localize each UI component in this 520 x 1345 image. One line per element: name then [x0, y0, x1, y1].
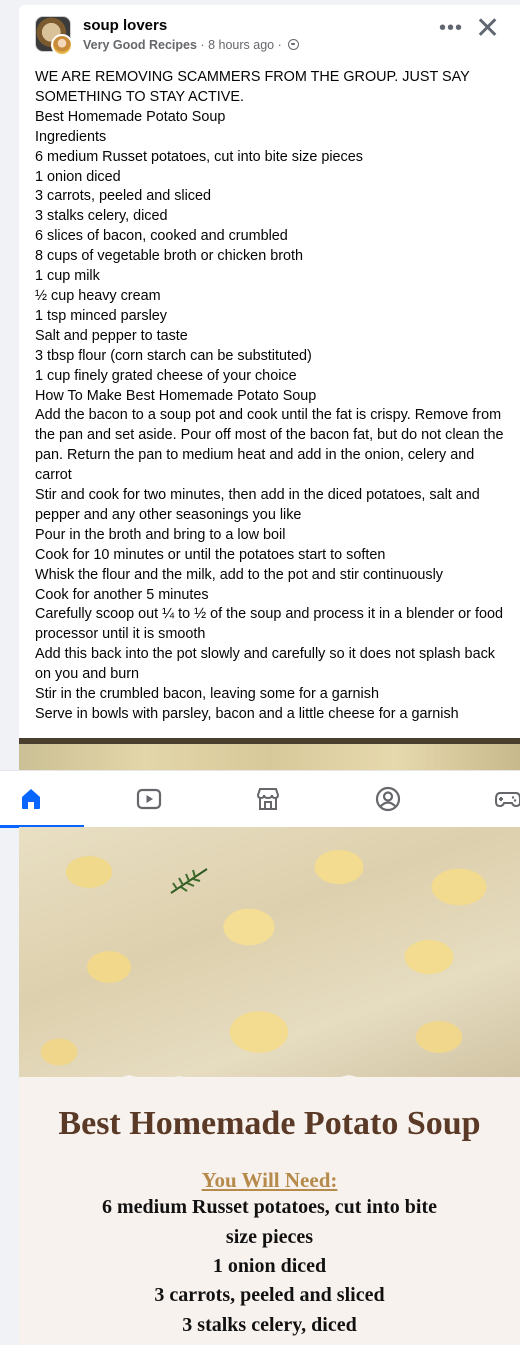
post-text-line: Salt and pepper to taste	[35, 327, 188, 344]
post-text-line: Whisk the flour and the milk, add to the…	[35, 566, 443, 583]
post-text-line: Pour in the broth and bring to a low boi…	[35, 526, 286, 543]
post-text-line: Add the bacon to a soup pot and cook unt…	[35, 407, 504, 484]
post-text-line: Add this back into the pot slowly and ca…	[35, 646, 495, 683]
post-card: soup lovers Very Good Recipes · 8 hours …	[19, 5, 520, 770]
post-text-line: 6 medium Russet potatoes, cut into bite …	[35, 148, 363, 165]
recipe-card: Best Homemade Potato Soup You Will Need:…	[19, 1077, 520, 1345]
post-text-line: Ingredients	[35, 128, 107, 145]
recipe-line: size pieces	[225, 1226, 314, 1248]
post-photo[interactable]: Best Homemade Potato Soup You Will Need:…	[19, 827, 520, 1345]
post-text-line: How To Make Best Homemade Potato Soup	[35, 387, 317, 404]
post-text-line: 6 slices of bacon, cooked and crumbled	[35, 228, 288, 245]
post-text-line: 1 cup milk	[35, 268, 100, 285]
post-time[interactable]: 8 hours ago	[208, 38, 274, 52]
post-text-line: 1 tsp minced parsley	[35, 307, 167, 324]
meta-separator-2: ·	[277, 38, 282, 52]
home-icon[interactable]	[17, 785, 45, 813]
recipe-line: 1 onion diced	[212, 1255, 327, 1277]
marketplace-icon[interactable]	[254, 785, 282, 813]
post-text-line: 1 cup finely grated cheese of your choic…	[35, 367, 297, 384]
post-meta: Very Good Recipes · 8 hours ago ·	[83, 38, 300, 52]
post-text-line: Cook for another 5 minutes	[35, 586, 209, 603]
post-text-line: Stir and cook for two minutes, then add …	[35, 487, 480, 523]
post-photo-top[interactable]	[19, 738, 520, 770]
recipe-line: 6 medium Russet potatoes, cut into bite	[102, 1196, 437, 1218]
recipe-line: 3 carrots, peeled and sliced	[154, 1284, 385, 1306]
post-text-line: Serve in bowls with parsley, bacon and a…	[35, 706, 459, 722]
globe-icon	[288, 39, 300, 50]
author-name[interactable]: Very Good Recipes	[83, 38, 197, 52]
post-text-line: Stir in the crumbled bacon, leaving some…	[35, 686, 379, 703]
post-text-line: Best Homemade Potato Soup	[35, 108, 226, 125]
post-text-line: ½ cup heavy cream	[35, 287, 161, 304]
post-text-line: 3 carrots, peeled and sliced	[35, 188, 211, 205]
group-name[interactable]: soup lovers	[83, 17, 167, 34]
recipe-title: Best Homemade Potato Soup	[58, 1105, 481, 1142]
post-text-line: 1 onion diced	[35, 168, 121, 185]
gaming-icon[interactable]	[494, 785, 520, 813]
video-icon[interactable]	[135, 785, 163, 813]
close-icon[interactable]: ✕	[475, 14, 500, 44]
post-header: soup lovers Very Good Recipes · 8 hours …	[35, 14, 515, 58]
rosemary-garnish	[170, 868, 208, 894]
post-body: WE ARE REMOVING SCAMMERS FROM THE GROUP.…	[35, 68, 505, 725]
post-text-line: Carefully scoop out ¼ to ½ of the soup a…	[35, 606, 503, 643]
recipe-subtitle: You Will Need:	[201, 1168, 338, 1192]
post-text-line: Cook for 10 minutes or until the potatoe…	[35, 546, 386, 563]
author-avatar[interactable]	[51, 34, 73, 56]
meta-separator: ·	[200, 38, 205, 52]
post-text-line: WE ARE REMOVING SCAMMERS FROM THE GROUP.…	[35, 69, 470, 105]
profile-icon[interactable]	[374, 785, 402, 813]
post-text-line: 8 cups of vegetable broth or chicken bro…	[35, 248, 303, 265]
recipe-line: 3 stalks celery, diced	[182, 1314, 357, 1336]
post-text-line: 3 tbsp flour (corn starch can be substit…	[35, 347, 312, 364]
more-horizontal-icon[interactable]: •••	[439, 18, 463, 38]
post-text-line: 3 stalks celery, diced	[35, 208, 168, 225]
bottom-nav	[0, 770, 520, 828]
